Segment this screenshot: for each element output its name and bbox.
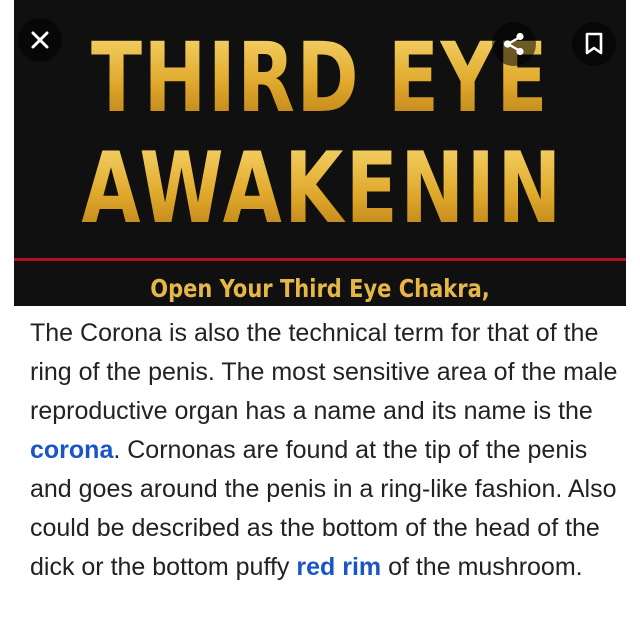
article-text-part1: The Corona is also the technical term fo… bbox=[30, 319, 618, 425]
share-button[interactable] bbox=[492, 22, 536, 66]
hero-title-line1: THIRD EYE bbox=[81, 30, 558, 126]
close-icon bbox=[31, 31, 49, 49]
screen: THIRD EYE AWAKENING Open Your Third Eye … bbox=[0, 0, 640, 640]
corona-link[interactable]: corona bbox=[30, 436, 113, 464]
close-button[interactable] bbox=[18, 18, 62, 62]
article-text-part3: of the mushroom. bbox=[381, 553, 583, 581]
hero-divider bbox=[14, 258, 626, 261]
bookmark-icon bbox=[585, 32, 603, 55]
red-rim-link[interactable]: red rim bbox=[296, 553, 381, 581]
hero-title-line2: AWAKENING bbox=[81, 132, 626, 246]
share-icon bbox=[503, 32, 524, 56]
article-text: The Corona is also the technical term fo… bbox=[30, 314, 626, 587]
hero-subtitle: Open Your Third Eye Chakra, bbox=[150, 274, 490, 303]
bookmark-button[interactable] bbox=[572, 22, 616, 66]
